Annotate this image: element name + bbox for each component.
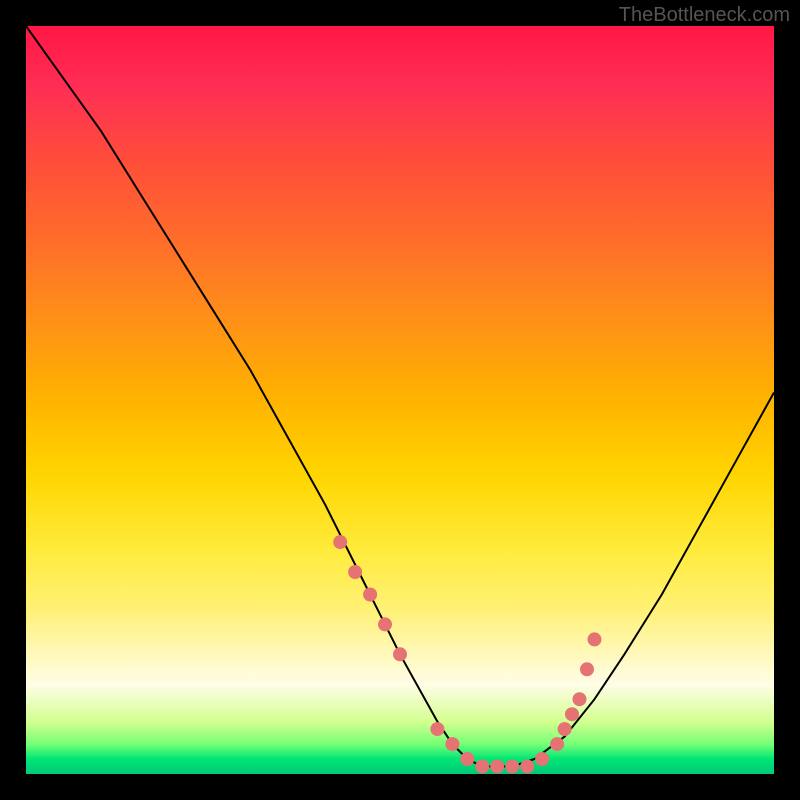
marker-point: [393, 647, 407, 661]
marker-point: [580, 662, 594, 676]
marker-point: [333, 535, 347, 549]
marker-point: [363, 588, 377, 602]
marker-point: [505, 760, 519, 774]
watermark-text: TheBottleneck.com: [619, 4, 790, 27]
marker-point: [565, 707, 579, 721]
marker-point: [490, 760, 504, 774]
curve-layer: [26, 26, 774, 774]
marker-point: [378, 617, 392, 631]
marker-point: [520, 760, 534, 774]
marker-point: [558, 722, 572, 736]
marker-point: [445, 737, 459, 751]
plot-area: [26, 26, 774, 774]
marker-group: [333, 535, 601, 773]
marker-point: [348, 565, 362, 579]
marker-point: [573, 692, 587, 706]
marker-point: [535, 752, 549, 766]
marker-point: [475, 760, 489, 774]
marker-point: [550, 737, 564, 751]
marker-point: [430, 722, 444, 736]
marker-point: [460, 752, 474, 766]
marker-point: [588, 632, 602, 646]
